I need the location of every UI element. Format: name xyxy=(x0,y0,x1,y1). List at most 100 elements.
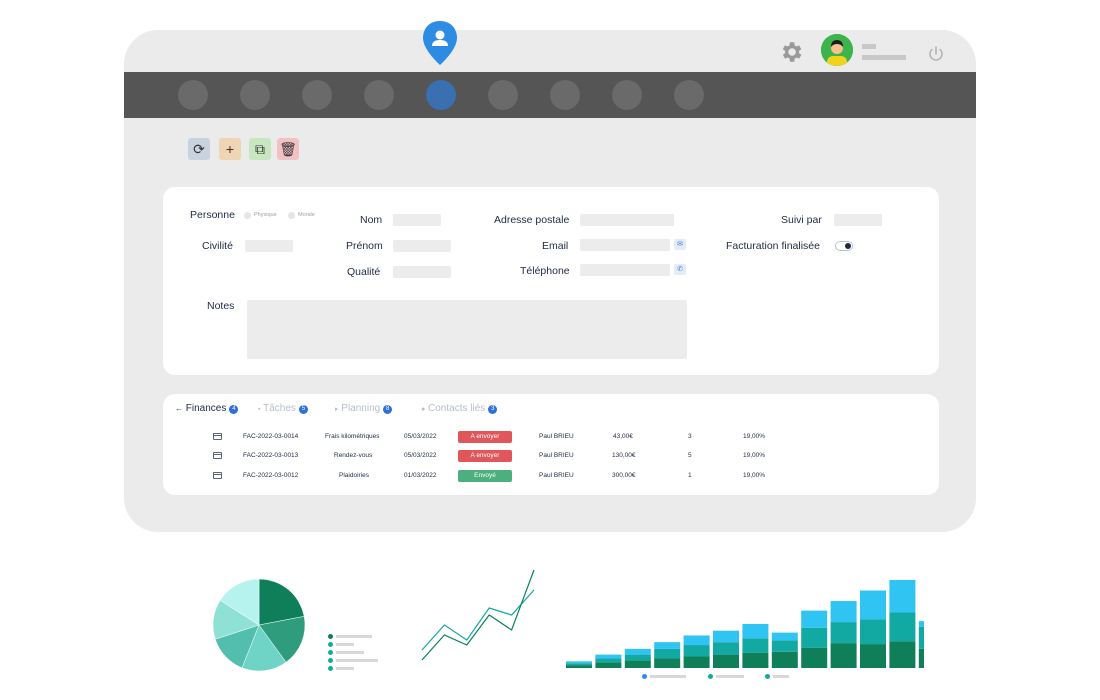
invoice-person: Paul BRIEU xyxy=(539,472,574,479)
bar-segment xyxy=(771,651,798,668)
tab-taches[interactable]: ▪ Tâches 5 xyxy=(258,403,308,414)
invoice-ref: FAC-2022-03-0014 xyxy=(243,433,299,440)
phone-icon[interactable]: ✆ xyxy=(674,264,686,275)
arrow-left-icon: ← xyxy=(175,404,183,413)
bar-segment xyxy=(654,642,681,649)
tab-badge: 5 xyxy=(298,405,308,414)
invoice-person: Paul BRIEU xyxy=(539,433,574,440)
facturation-label: Facturation finalisée xyxy=(726,240,820,252)
status-badge: A envoyer xyxy=(458,431,512,443)
contact-form-card: Personne Physique Morale Civilité Nom Pr… xyxy=(163,187,939,375)
radio-morale-label: Morale xyxy=(298,212,315,218)
nav-item-4[interactable] xyxy=(364,80,394,110)
credit-card-icon xyxy=(213,452,222,459)
bar-segment xyxy=(566,665,592,668)
line-chart xyxy=(421,569,535,661)
bar-segment xyxy=(830,622,857,644)
bar-segment xyxy=(566,661,592,664)
bar-segment xyxy=(683,645,710,657)
bar-segment xyxy=(654,648,681,659)
bar-segment xyxy=(654,658,681,668)
prenom-field[interactable] xyxy=(393,240,451,252)
invoice-qty: 1 xyxy=(688,472,692,479)
bar-segment xyxy=(889,612,916,642)
nav-item-contacts-active[interactable] xyxy=(426,80,456,110)
bar-segment xyxy=(830,643,857,668)
add-button[interactable]: + xyxy=(219,138,241,160)
bar-segment xyxy=(860,619,886,645)
power-icon[interactable] xyxy=(926,44,946,64)
mail-icon[interactable]: ✉ xyxy=(674,239,686,250)
tab-planning[interactable]: ▸ Planning 8 xyxy=(335,403,393,414)
invoice-type: Frais kilométriques xyxy=(325,433,380,440)
nav-item-3[interactable] xyxy=(302,80,332,110)
invoice-qty: 3 xyxy=(688,433,692,440)
bar-segment xyxy=(713,654,739,668)
nav-item-1[interactable] xyxy=(178,80,208,110)
flag-icon: ▸ xyxy=(335,406,339,413)
gear-icon[interactable] xyxy=(778,39,804,65)
bar-segment xyxy=(771,632,798,641)
nav-item-7[interactable] xyxy=(550,80,580,110)
nav-item-8[interactable] xyxy=(612,80,642,110)
table-row[interactable]: FAC-2022-03-0012 Plaidoiries 01/03/2022 … xyxy=(163,469,939,483)
invoice-amount: 130,00€ xyxy=(612,452,636,459)
bar-segment xyxy=(624,654,651,661)
invoice-qty: 5 xyxy=(688,452,692,459)
nom-field[interactable] xyxy=(393,214,441,226)
invoice-person: Paul BRIEU xyxy=(539,452,574,459)
invoice-rate: 19,00% xyxy=(743,452,766,459)
radio-morale[interactable] xyxy=(288,212,295,219)
notes-textarea[interactable] xyxy=(247,300,687,359)
avatar[interactable] xyxy=(821,34,853,66)
adresse-label: Adresse postale xyxy=(494,214,570,226)
facturation-toggle[interactable] xyxy=(835,241,853,251)
qualite-label: Qualité xyxy=(347,266,381,278)
invoice-type: Rendez-vous xyxy=(334,452,373,459)
table-row[interactable]: FAC-2022-03-0013 Rendez-vous 05/03/2022 … xyxy=(163,449,939,463)
suivi-field[interactable] xyxy=(834,214,882,226)
tab-label: Tâches xyxy=(263,403,296,414)
nom-label: Nom xyxy=(360,214,383,226)
bar-segment xyxy=(918,626,924,649)
tab-finances[interactable]: ← Finances 4 xyxy=(175,403,239,414)
nav-item-6[interactable] xyxy=(488,80,518,110)
qualite-field[interactable] xyxy=(393,266,451,278)
top-bar xyxy=(124,30,976,72)
invoice-ref: FAC-2022-03-0013 xyxy=(243,452,299,459)
civilite-label: Civilité xyxy=(202,240,233,252)
credit-card-icon xyxy=(213,433,222,440)
nav-item-9[interactable] xyxy=(674,80,704,110)
main-navbar xyxy=(124,72,976,118)
app-window: ⟳ + ⧉ 🗑 Personne Physique Morale Civilit… xyxy=(124,30,976,532)
prenom-label: Prénom xyxy=(346,240,383,252)
email-field[interactable] xyxy=(580,239,670,251)
location-pin-icon xyxy=(423,21,457,65)
tab-contacts-lies[interactable]: ● Contacts liés 3 xyxy=(421,403,498,414)
invoice-ref: FAC-2022-03-0012 xyxy=(243,472,299,479)
tab-badge: 8 xyxy=(383,405,393,414)
message-icon: ▪ xyxy=(258,406,261,413)
invoice-date: 05/03/2022 xyxy=(404,433,437,440)
tab-badge: 3 xyxy=(488,405,498,414)
copy-button[interactable]: ⧉ xyxy=(249,138,271,160)
invoice-amount: 300,00€ xyxy=(612,472,636,479)
telephone-label: Téléphone xyxy=(520,265,570,277)
invoice-amount: 43,00€ xyxy=(613,433,633,440)
table-row[interactable]: FAC-2022-03-0014 Frais kilométriques 05/… xyxy=(163,430,939,444)
refresh-button[interactable]: ⟳ xyxy=(188,138,210,160)
pie-legend xyxy=(328,626,378,671)
civilite-field[interactable] xyxy=(245,240,293,252)
telephone-field[interactable] xyxy=(580,264,670,276)
bar-segment xyxy=(918,648,924,668)
bar-segment xyxy=(801,627,828,648)
delete-button[interactable]: 🗑 xyxy=(277,138,299,160)
radio-physique[interactable] xyxy=(244,212,251,219)
adresse-field[interactable] xyxy=(580,214,674,226)
tab-badge: 4 xyxy=(229,405,239,414)
nav-item-2[interactable] xyxy=(240,80,270,110)
invoice-rate: 19,00% xyxy=(743,472,766,479)
radio-physique-label: Physique xyxy=(254,212,277,218)
bar-segment xyxy=(742,624,769,639)
bar-segment xyxy=(801,610,828,628)
